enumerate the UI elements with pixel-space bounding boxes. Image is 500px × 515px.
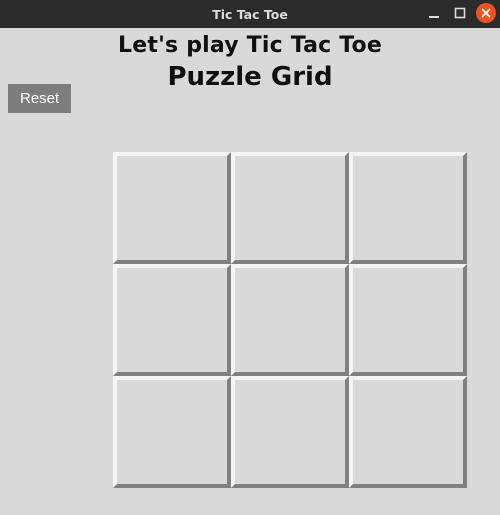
cell-1-0[interactable]: [113, 264, 231, 376]
cell-0-1[interactable]: [231, 152, 349, 264]
game-grid: [113, 152, 467, 488]
cell-0-2[interactable]: [349, 152, 467, 264]
window-title: Tic Tac Toe: [212, 7, 288, 22]
maximize-icon[interactable]: [450, 3, 470, 23]
cell-1-2[interactable]: [349, 264, 467, 376]
cell-2-1[interactable]: [231, 376, 349, 488]
reset-button[interactable]: Reset: [8, 84, 71, 113]
grid-title: Puzzle Grid: [0, 60, 500, 100]
cell-1-1[interactable]: [231, 264, 349, 376]
cell-2-2[interactable]: [349, 376, 467, 488]
window-controls: [424, 3, 496, 23]
close-icon[interactable]: [476, 3, 496, 23]
minimize-icon[interactable]: [424, 3, 444, 23]
titlebar: Tic Tac Toe: [0, 0, 500, 28]
cell-2-0[interactable]: [113, 376, 231, 488]
cell-0-0[interactable]: [113, 152, 231, 264]
headline: Let's play Tic Tac Toe: [0, 28, 500, 60]
app-window: Let's play Tic Tac Toe Puzzle Grid Reset: [0, 28, 500, 515]
